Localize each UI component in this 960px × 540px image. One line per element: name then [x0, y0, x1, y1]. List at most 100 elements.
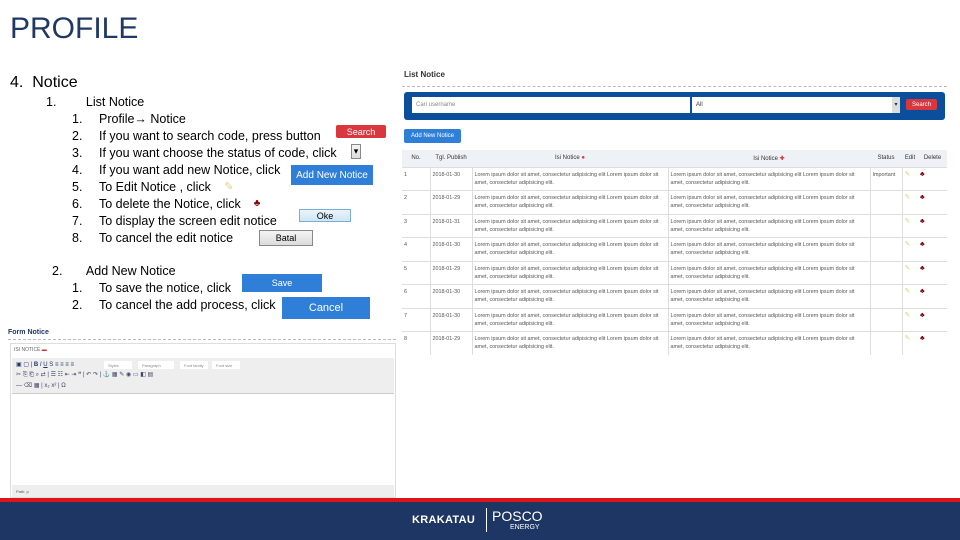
step-item: 3. If you want choose the status of code,…	[72, 146, 337, 160]
delete-icon[interactable]: ♣	[918, 190, 947, 214]
indonesia-flag-icon: ▬	[41, 347, 47, 353]
edit-icon[interactable]: ✎	[901, 284, 918, 308]
list-notice-screenshot: List Notice Cari username All ▾ Search Ad…	[402, 68, 947, 355]
toolbar-edit-buttons[interactable]: ✂ ⎘ ⎗ ⌕ ⇄ | ☰ ☷ ⇤ ⇥ ❝ | ↶ ↷ | ⚓ ▦ ✎ ◉ ▭ …	[16, 371, 153, 379]
divider	[8, 339, 396, 340]
cell-id: Lorem ipsum dolor sit amet, consectetur …	[471, 213, 668, 238]
sample-oke-button: Oke	[299, 209, 351, 222]
sample-dropdown-button: ▾	[351, 144, 361, 159]
editor-toolbar: ▣ ▢ | B I U S ≡ ≡ ≡ ≡ Styles Paragraph F…	[12, 358, 394, 394]
table-row: 4 2018-01-30 Lorem ipsum dolor sit amet, c…	[402, 237, 947, 261]
cell-id: Lorem ipsum dolor sit amet, consectetur …	[471, 166, 668, 191]
sample-add-button: Add New Notice	[291, 165, 373, 185]
indonesia-flag-icon: ●	[581, 155, 585, 162]
edit-icon[interactable]: ✎	[901, 213, 918, 238]
cell-en: Lorem ipsum dolor sit amet, consectetur …	[667, 307, 870, 332]
toolbar-insert-buttons[interactable]: — ⌫ ▦ | x₂ x² | Ω	[16, 382, 66, 389]
cell-no: 3	[402, 213, 430, 238]
edit-icon[interactable]: ✎	[901, 190, 918, 214]
section-heading: 4. Notice	[10, 74, 78, 92]
font-family-select[interactable]: Font family	[180, 361, 208, 369]
step-item: 2. If you want to search code, press butt…	[72, 129, 321, 143]
table-row: 8 2018-01-29 Lorem ipsum dolor sit amet, c…	[402, 331, 947, 355]
table-row: 5 2018-01-29 Lorem ipsum dolor sit amet, c…	[402, 260, 947, 285]
cell-no: 7	[402, 307, 430, 332]
cell-date: 2018-01-30	[429, 307, 472, 332]
slide-title: PROFILE	[10, 12, 139, 45]
step-item: 1. To save the notice, click	[72, 281, 232, 295]
cell-no: 2	[402, 190, 430, 214]
divider	[402, 86, 947, 87]
step-item: 6. To delete the Notice, click	[72, 197, 241, 211]
list-item-heading: 2. Add New Notice	[52, 264, 176, 278]
cell-en: Lorem ipsum dolor sit amet, consectetur …	[667, 260, 870, 285]
editor-status-path: Path: p	[12, 485, 394, 497]
cell-status	[869, 331, 902, 355]
add-new-notice-button[interactable]: Add New Notice	[404, 129, 461, 143]
edit-icon[interactable]: ✎	[901, 237, 918, 261]
format-select[interactable]: Paragraph	[138, 361, 174, 369]
delete-icon[interactable]: ♣	[918, 284, 947, 308]
column-header: Tgl. Publish	[430, 150, 472, 167]
delete-icon[interactable]: ♣	[918, 213, 947, 238]
column-header: Status	[870, 150, 902, 167]
status-select-value: All	[696, 102, 703, 108]
cell-en: Lorem ipsum dolor sit amet, consectetur …	[667, 331, 870, 355]
cell-date: 2018-01-29	[429, 331, 472, 355]
cell-status	[869, 260, 902, 285]
cell-status	[869, 190, 902, 214]
column-header: Delete	[918, 150, 947, 167]
sample-search-button: Search	[336, 125, 386, 138]
cell-en: Lorem ipsum dolor sit amet, consectetur …	[667, 237, 870, 261]
column-header: Isi Notice ●	[472, 150, 668, 167]
cell-id: Lorem ipsum dolor sit amet, consectetur …	[471, 331, 668, 355]
cell-id: Lorem ipsum dolor sit amet, consectetur …	[471, 307, 668, 332]
status-select[interactable]: All ▾	[692, 97, 900, 113]
sample-save-button: Save	[242, 274, 322, 292]
column-header: No.	[402, 150, 430, 167]
energy-logo-text: ENERGY	[510, 524, 540, 531]
styles-select[interactable]: Styles	[104, 361, 132, 369]
sample-cancel-button: Cancel	[282, 297, 370, 319]
section-number: 4.	[10, 74, 24, 91]
delete-icon[interactable]: ♣	[918, 331, 947, 355]
cell-status	[869, 237, 902, 261]
cell-no: 8	[402, 331, 430, 355]
table-row: 6 2018-01-30 Lorem ipsum dolor sit amet, c…	[402, 284, 947, 308]
field-label: ISI NOTICE ▬	[14, 347, 47, 353]
search-button[interactable]: Search	[906, 99, 937, 110]
delete-icon[interactable]: ♣	[918, 307, 947, 332]
toolbar-format-buttons[interactable]: ▣ ▢ | B I U S ≡ ≡ ≡ ≡	[16, 361, 74, 368]
krakatau-logo: KRAKATAU	[412, 514, 476, 526]
sample-batal-button: Batal	[259, 230, 313, 246]
cell-en: Lorem ipsum dolor sit amet, consectetur …	[667, 284, 870, 308]
cell-no: 5	[402, 260, 430, 285]
step-item: 7. To display the screen edit notice	[72, 214, 277, 228]
notice-table: No. Tgl. Publish Isi Notice ● Isi Notice ✚ S…	[402, 150, 947, 355]
cell-no: 4	[402, 237, 430, 261]
delete-icon[interactable]: ♣	[918, 166, 947, 191]
delete-icon[interactable]: ♣	[918, 260, 947, 285]
step-item: 8. To cancel the edit notice	[72, 231, 234, 245]
edit-icon[interactable]: ✎	[901, 307, 918, 332]
search-input[interactable]: Cari username	[412, 97, 690, 113]
font-size-select[interactable]: Font size	[212, 361, 240, 369]
cell-id: Lorem ipsum dolor sit amet, consectetur …	[471, 237, 668, 261]
posco-logo: POSCO	[492, 508, 543, 524]
rich-text-editor: ISI NOTICE ▬ ▣ ▢ | B I U S ≡ ≡ ≡ ≡ Style…	[10, 343, 396, 498]
form-notice-screenshot: Form Notice ISI NOTICE ▬ ▣ ▢ | B I U S ≡…	[8, 329, 396, 499]
uk-flag-icon: ✚	[779, 155, 785, 162]
edit-icon[interactable]: ✎	[901, 331, 918, 355]
edit-icon[interactable]: ✎	[901, 260, 918, 285]
delete-icon[interactable]: ♣	[918, 237, 947, 261]
form-notice-heading: Form Notice	[8, 329, 49, 336]
cell-en: Lorem ipsum dolor sit amet, consectetur …	[667, 213, 870, 238]
edit-icon[interactable]: ✎	[901, 166, 918, 191]
chevron-down-icon: ▾	[892, 97, 900, 113]
cell-date: 2018-01-30	[429, 284, 472, 308]
cell-id: Lorem ipsum dolor sit amet, consectetur …	[471, 284, 668, 308]
cell-status	[869, 213, 902, 238]
step-item: 1. Profile→ Notice	[72, 112, 186, 126]
cell-status	[869, 307, 902, 332]
editor-content-area[interactable]	[12, 395, 394, 485]
